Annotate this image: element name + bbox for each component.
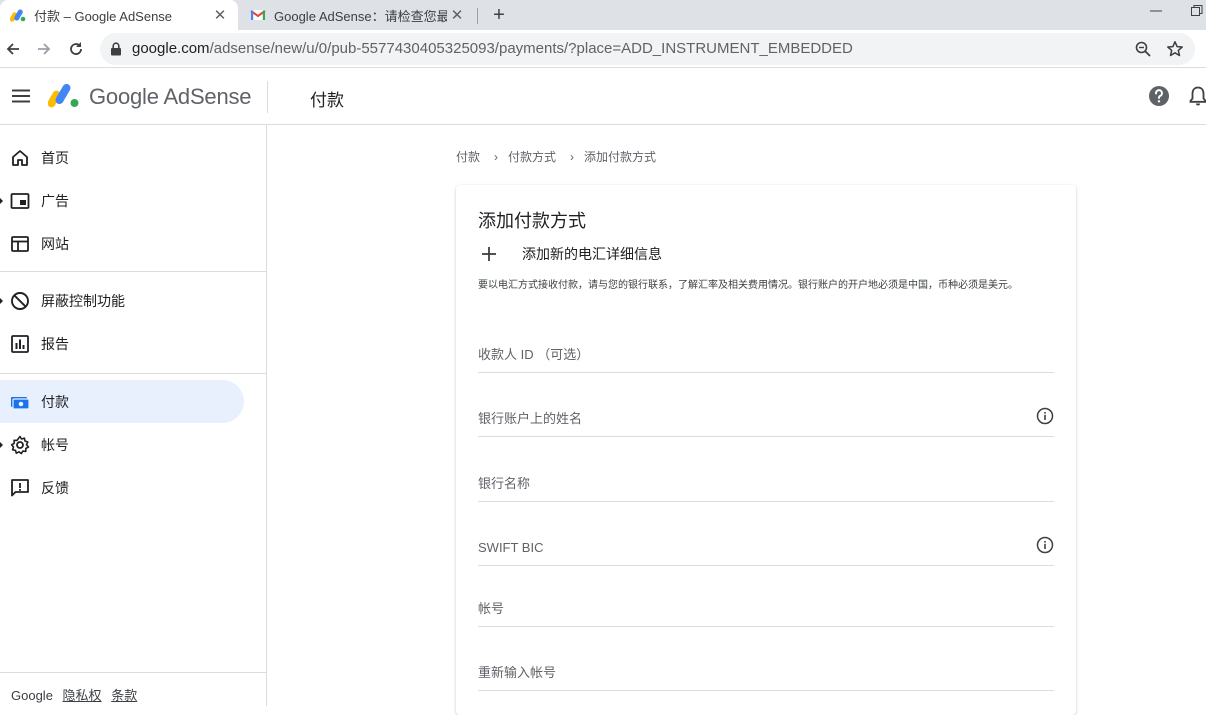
zoom-icon[interactable]: [1134, 40, 1152, 58]
chevron-right-icon: ›: [494, 150, 499, 164]
tab-title: Google AdSense：请检查您最近: [274, 8, 447, 24]
swift-bic-field: [478, 526, 1054, 566]
help-icon[interactable]: [1148, 85, 1170, 107]
browser-tabstrip: 付款 – Google AdSense ✕ Google AdSense：请检查…: [0, 0, 1206, 30]
sidebar-item-blocking-controls[interactable]: 屏蔽控制功能: [0, 279, 244, 322]
reports-icon: [11, 334, 29, 353]
sidebar-item-label: 首页: [41, 149, 69, 166]
sidebar-item-ads[interactable]: 广告: [0, 179, 244, 222]
account-holder-name-field: [478, 397, 1054, 437]
expand-caret-icon[interactable]: [0, 197, 3, 204]
sites-icon: [11, 235, 29, 252]
browser-tab-adsense[interactable]: 付款 – Google AdSense ✕: [0, 0, 238, 30]
payee-id-input[interactable]: [478, 343, 1018, 365]
footer-google: Google: [11, 688, 53, 703]
forward-arrow-icon: [38, 43, 51, 55]
breadcrumb-payment-methods[interactable]: 付款方式: [508, 150, 556, 164]
bank-name-field: [478, 462, 1054, 502]
header-divider: [267, 81, 268, 113]
payments-icon: [11, 396, 30, 410]
account-number-input[interactable]: [478, 597, 1018, 619]
new-tab-button[interactable]: +: [488, 4, 510, 26]
sidebar-item-feedback[interactable]: 反馈: [0, 466, 244, 509]
account-gear-icon: [10, 435, 30, 454]
sidebar-divider: [0, 373, 267, 374]
page-title: 付款: [310, 91, 344, 110]
gmail-logo-icon: [250, 10, 266, 20]
account-number-field: [478, 587, 1054, 627]
close-tab-icon[interactable]: ✕: [447, 5, 467, 25]
sidebar-item-label: 报告: [41, 335, 69, 352]
wire-transfer-note: 要以电汇方式接收付款，请与您的银行联系，了解汇率及相关费用情况。银行账户的开户地…: [478, 280, 1018, 291]
app-header: Google AdSense 付款: [0, 68, 1206, 125]
adsense-logo-icon: [10, 9, 26, 22]
sidebar-item-home[interactable]: 首页: [0, 136, 244, 179]
expand-caret-icon[interactable]: [0, 297, 3, 304]
back-button[interactable]: [2, 38, 24, 60]
plus-icon: [482, 247, 496, 261]
sidebar-item-label: 反馈: [41, 479, 69, 496]
privacy-link[interactable]: 隐私权: [63, 688, 102, 703]
feedback-icon: [11, 478, 29, 496]
breadcrumb-current: 添加付款方式: [584, 150, 657, 164]
sidebar-item-account[interactable]: 帐号: [0, 423, 244, 466]
sidebar-divider: [0, 271, 267, 272]
forward-button[interactable]: [33, 38, 55, 60]
sidebar-item-label: 屏蔽控制功能: [41, 292, 125, 309]
sidebar: 首页 广告 网站 屏蔽控制功能 报告 付款 帐号 反馈 Google 隐私权 条…: [0, 125, 267, 706]
terms-link[interactable]: 条款: [111, 688, 137, 703]
browser-toolbar: google.com/adsense/new/u/0/pub-557743040…: [0, 30, 1206, 68]
reload-icon: [70, 42, 82, 55]
block-icon: [11, 291, 29, 310]
close-tab-icon[interactable]: ✕: [210, 5, 230, 25]
url-text[interactable]: google.com/adsense/new/u/0/pub-557743040…: [132, 40, 853, 57]
adsense-logo-icon[interactable]: [48, 81, 80, 109]
expand-caret-icon[interactable]: [0, 441, 3, 448]
ads-icon: [10, 192, 30, 209]
sidebar-item-label: 广告: [41, 192, 69, 209]
browser-tab-gmail[interactable]: Google AdSense：请检查您最近 ✕: [242, 0, 475, 30]
url-host: google.com: [132, 40, 210, 57]
bank-name-input[interactable]: [478, 472, 1018, 494]
sidebar-item-label: 付款: [41, 393, 69, 410]
sidebar-item-reports[interactable]: 报告: [0, 322, 244, 365]
sidebar-item-label: 网站: [41, 235, 69, 252]
address-bar[interactable]: google.com/adsense/new/u/0/pub-557743040…: [100, 33, 1195, 65]
home-icon: [12, 149, 28, 166]
tab-divider: [477, 8, 478, 24]
swift-bic-input[interactable]: [478, 536, 1018, 558]
breadcrumb: 付款 › 付款方式 › 添加付款方式: [456, 148, 660, 165]
back-arrow-icon: [6, 43, 19, 55]
bookmark-star-icon[interactable]: [1166, 40, 1184, 58]
add-payment-method-card: 添加付款方式 添加新的电汇详细信息 要以电汇方式接收付款，请与您的银行联系，了解…: [456, 185, 1076, 715]
chevron-right-icon: ›: [570, 150, 575, 164]
url-path: /adsense/new/u/0/pub-5577430405325093/pa…: [209, 40, 853, 57]
sidebar-footer: Google 隐私权 条款: [11, 685, 143, 704]
confirm-account-number-field: [478, 651, 1054, 691]
menu-icon[interactable]: [11, 86, 31, 106]
minimize-window-icon[interactable]: [1148, 2, 1164, 18]
add-wire-transfer-button[interactable]: 添加新的电汇详细信息: [478, 243, 662, 265]
sidebar-item-label: 帐号: [41, 436, 69, 453]
reload-button[interactable]: [65, 38, 87, 60]
payee-id-field: [478, 333, 1054, 373]
notifications-bell-icon[interactable]: [1188, 85, 1206, 107]
sidebar-divider: [0, 672, 267, 673]
card-title: 添加付款方式: [478, 211, 586, 231]
sidebar-item-payments[interactable]: 付款: [0, 380, 244, 423]
info-icon[interactable]: [1036, 536, 1054, 554]
account-holder-name-input[interactable]: [478, 407, 1018, 429]
brand-name[interactable]: Google AdSense: [89, 84, 252, 110]
add-wire-transfer-label: 添加新的电汇详细信息: [522, 246, 662, 262]
breadcrumb-payments[interactable]: 付款: [456, 150, 480, 164]
confirm-account-number-input[interactable]: [478, 661, 1018, 683]
restore-window-icon[interactable]: [1190, 4, 1204, 18]
sidebar-item-sites[interactable]: 网站: [0, 222, 244, 265]
tab-title: 付款 – Google AdSense: [34, 8, 173, 24]
lock-icon[interactable]: [110, 42, 122, 56]
info-icon[interactable]: [1036, 407, 1054, 425]
